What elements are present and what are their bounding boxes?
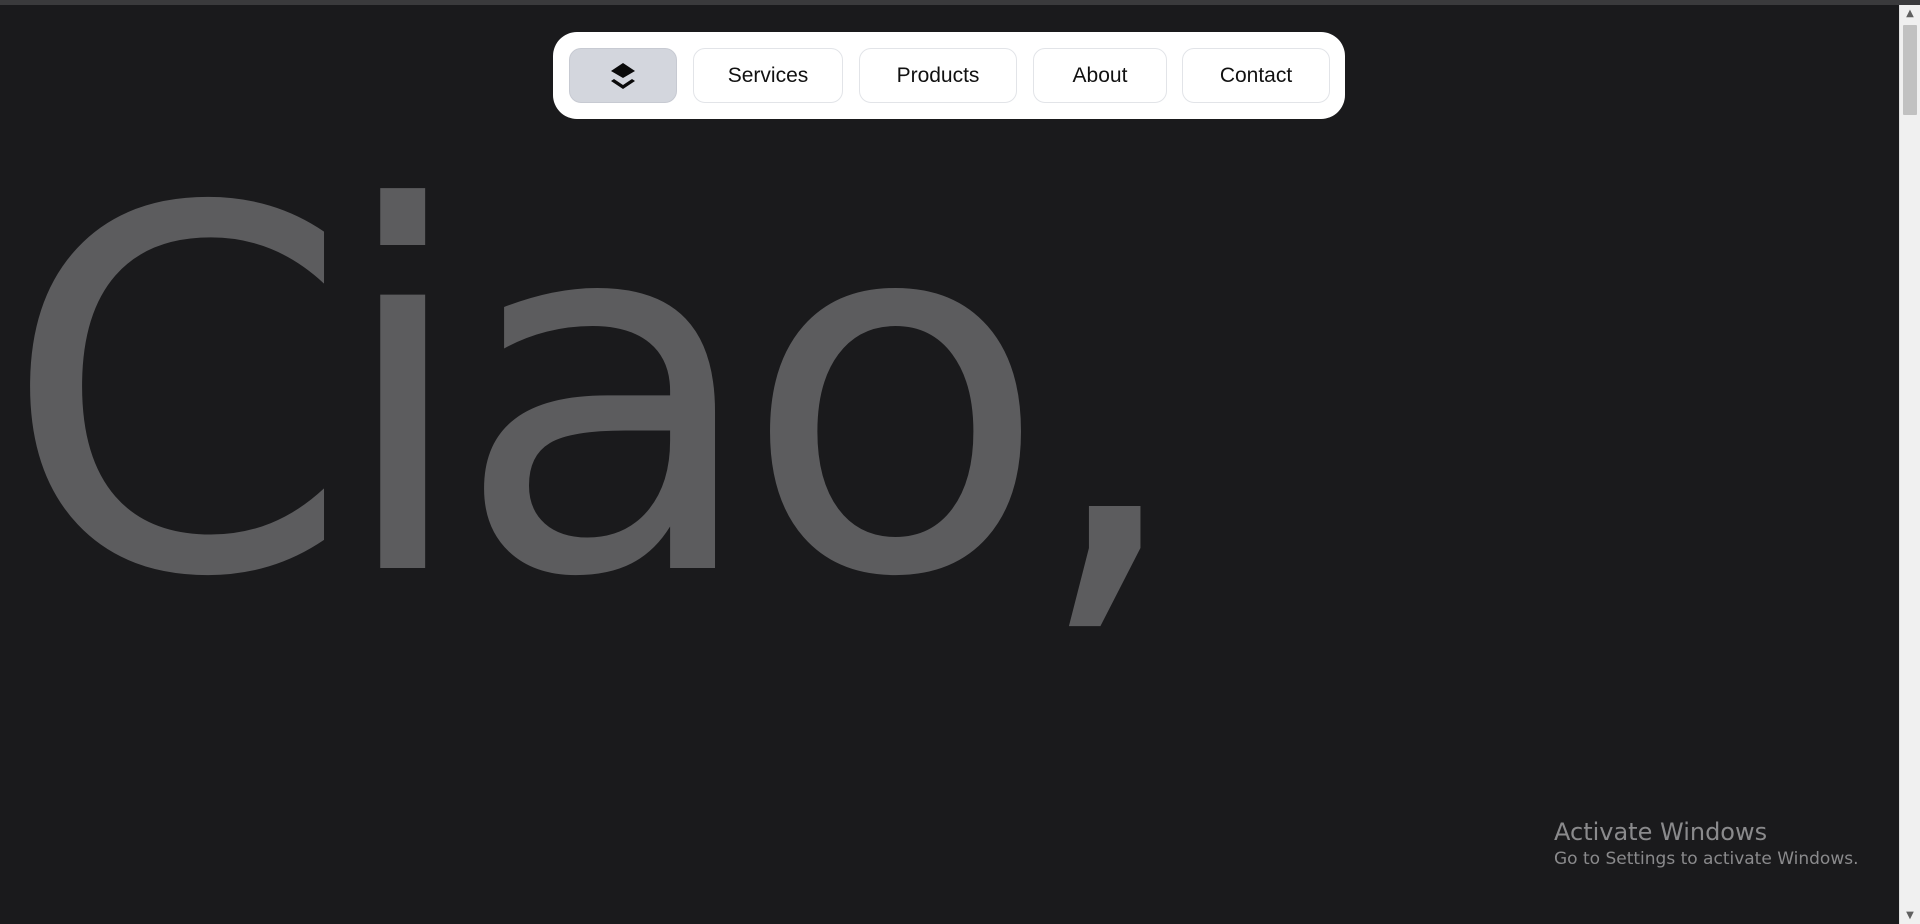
activation-watermark: Activate Windows Go to Settings to activ… [1554, 818, 1859, 872]
scrollbar-thumb[interactable] [1903, 25, 1917, 115]
watermark-title: Activate Windows [1554, 818, 1768, 846]
nav-item-label: Products [896, 63, 980, 87]
nav-item-label: About [1072, 63, 1128, 87]
nav-item-label: Services [727, 63, 809, 87]
nav-item-services[interactable]: Services [693, 48, 843, 103]
scroll-up-icon[interactable]: ▲ [1900, 5, 1920, 22]
window-top-edge [0, 0, 1920, 5]
home-button[interactable] [569, 48, 677, 103]
hero-greeting: Ciao, [2, 104, 1189, 686]
scroll-down-icon[interactable]: ▼ [1900, 907, 1920, 924]
vertical-scrollbar[interactable]: ▲ ▼ [1899, 5, 1920, 924]
nav-item-about[interactable]: About [1033, 48, 1167, 103]
nav-item-contact[interactable]: Contact [1182, 48, 1330, 103]
nav-item-label: Contact [1219, 63, 1293, 87]
layers-icon [608, 61, 638, 91]
watermark-subtitle: Go to Settings to activate Windows. [1554, 848, 1859, 869]
nav-item-products[interactable]: Products [859, 48, 1017, 103]
